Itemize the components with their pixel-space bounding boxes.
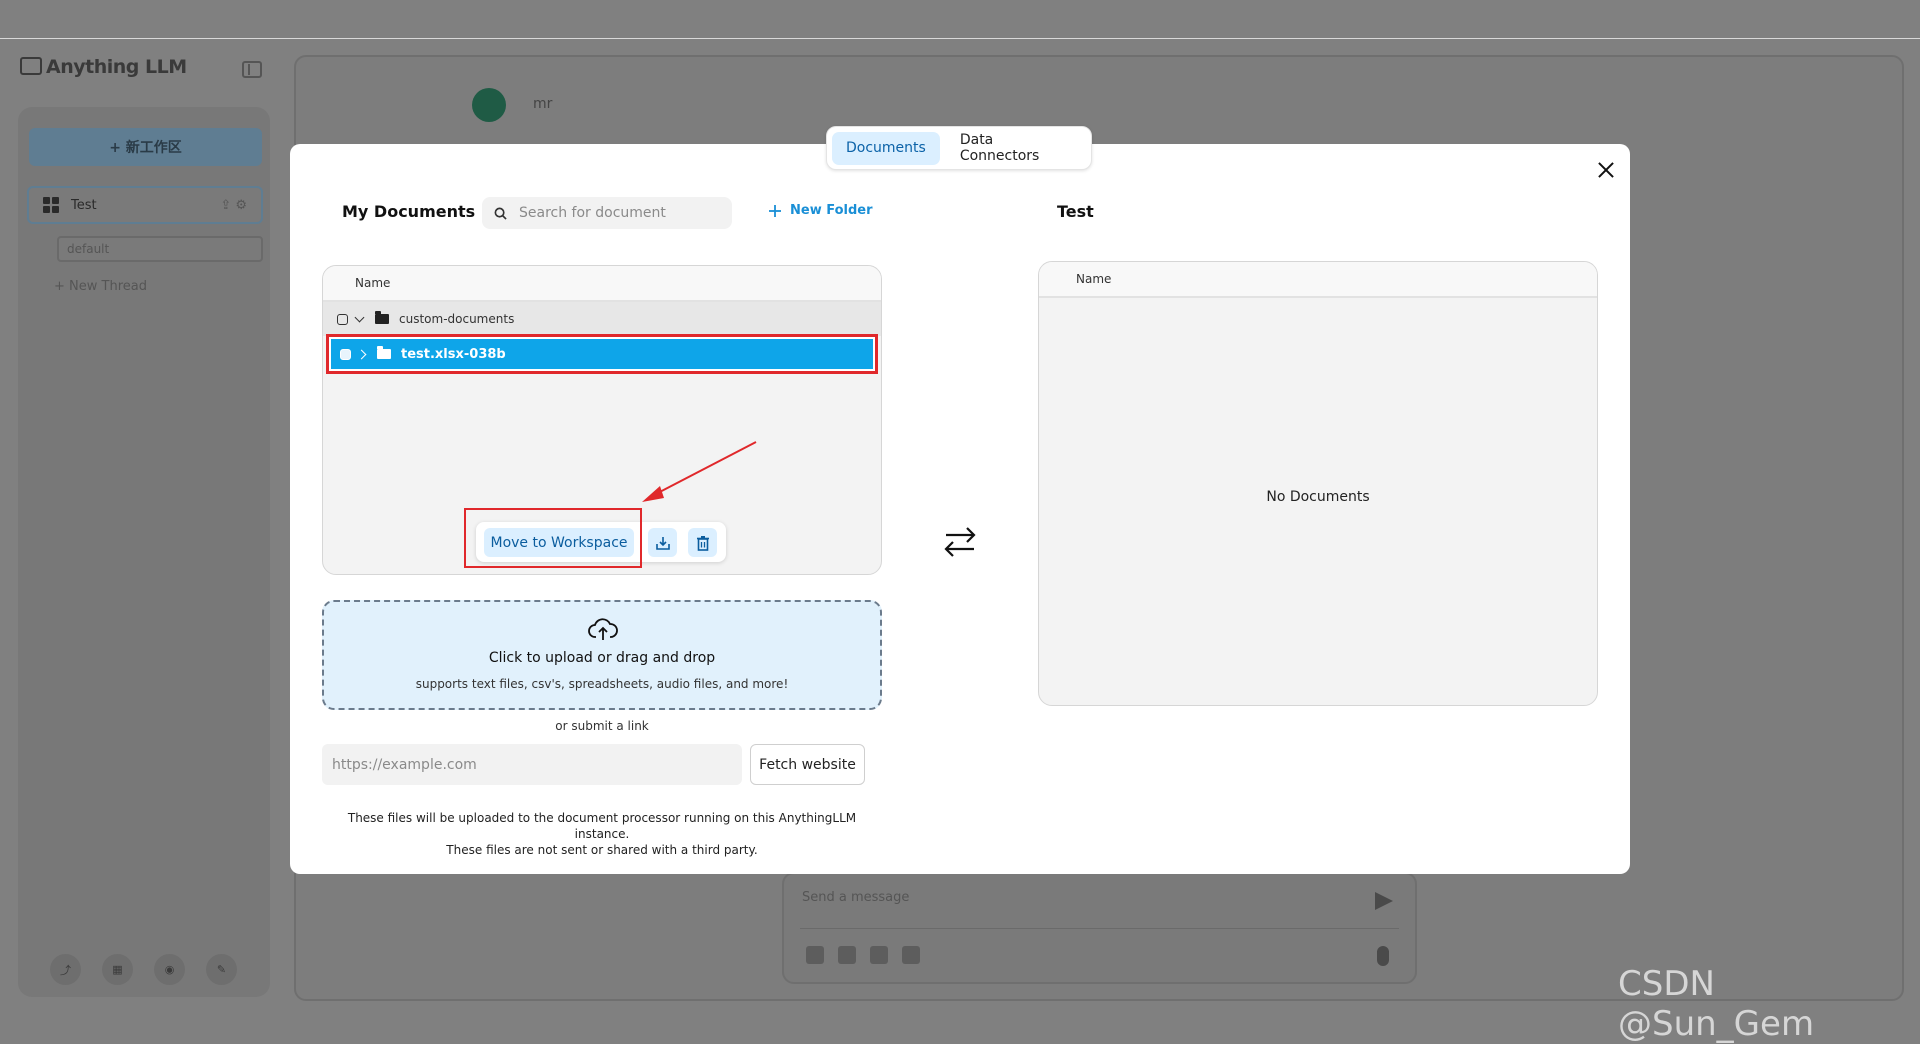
message-composer[interactable]: Send a message <box>782 872 1417 984</box>
logo-icon <box>20 57 42 75</box>
app-logo: Anything LLM <box>20 56 187 78</box>
search-icon <box>494 207 507 220</box>
cloud-upload-icon <box>588 618 618 640</box>
workspace-document-list: Name <box>1038 261 1598 706</box>
microphone-icon[interactable] <box>1377 946 1389 966</box>
or-submit-link-label: or submit a link <box>555 719 649 733</box>
file-checkbox[interactable] <box>340 348 351 360</box>
tray-arrow-icon <box>655 536 670 550</box>
trash-icon <box>696 535 709 551</box>
disclaimer-line-2: These files are not sent or shared with … <box>446 843 758 857</box>
modal-tabs: Documents Data Connectors <box>826 126 1092 170</box>
upload-title: Click to upload or drag and drop <box>488 650 716 666</box>
chevron-right-icon[interactable] <box>356 349 367 359</box>
upload-subtitle: supports text files, csv's, spreadsheets… <box>415 677 789 691</box>
discord-icon[interactable]: ◉ <box>154 954 185 985</box>
move-to-workspace-icon-button[interactable] <box>648 528 677 557</box>
sidebar-toggle-icon[interactable] <box>242 61 262 78</box>
tab-data-connectors[interactable]: Data Connectors <box>946 132 1086 165</box>
avatar <box>472 88 506 122</box>
workspace-name: Test <box>71 197 97 213</box>
thread-item-default[interactable]: default <box>57 236 263 262</box>
fetch-website-button[interactable]: Fetch website <box>750 744 865 785</box>
disclaimer-line-1: These files will be uploaded to the docu… <box>347 811 857 841</box>
upload-disclaimer: These files will be uploaded to the docu… <box>322 810 882 858</box>
workspace-grid-icon <box>43 197 59 213</box>
empty-state-text: No Documents <box>1266 489 1370 505</box>
folder-row[interactable]: custom-documents <box>323 302 881 336</box>
at-icon[interactable] <box>870 946 888 964</box>
tab-documents[interactable]: Documents <box>832 131 940 165</box>
wrench-icon[interactable]: ✎ <box>206 954 237 985</box>
document-search[interactable] <box>482 197 732 229</box>
composer-divider <box>800 928 1399 929</box>
selected-file-row[interactable]: test.xlsx-038b <box>326 334 878 374</box>
workspace-tools[interactable]: ⇪ ⚙ <box>220 198 247 213</box>
sidebar-item-workspace[interactable]: Test ⇪ ⚙ <box>27 186 263 224</box>
plus-icon <box>769 204 781 217</box>
swap-arrows-icon <box>944 527 976 557</box>
folder-checkbox[interactable] <box>337 313 348 325</box>
my-documents-title: My Documents <box>342 202 476 221</box>
folder-icon <box>377 346 391 359</box>
delete-button[interactable] <box>688 528 717 557</box>
file-row-content[interactable]: test.xlsx-038b <box>331 339 873 369</box>
new-workspace-button[interactable]: + 新工作区 <box>29 128 262 166</box>
url-input[interactable] <box>322 744 742 785</box>
slash-icon[interactable] <box>838 946 856 964</box>
column-header-name: Name <box>323 266 881 302</box>
workspace-title: Test <box>1057 202 1094 221</box>
annotation-arrow <box>642 441 757 502</box>
workspace-column-header-name: Name <box>1039 262 1597 298</box>
folder-icon <box>375 311 389 324</box>
close-icon[interactable] <box>1594 158 1618 182</box>
watermark: CSDN @Sun_Gem <box>1618 964 1815 1044</box>
new-folder-button[interactable]: New Folder <box>768 203 873 218</box>
sidebar-footer: ⤴ ▦ ◉ ✎ <box>50 954 237 985</box>
new-folder-label: New Folder <box>790 203 873 218</box>
new-thread-button[interactable]: + New Thread <box>54 279 147 294</box>
chat-user-label: mr <box>533 96 553 112</box>
composer-tools <box>806 946 920 964</box>
chevron-down-icon[interactable] <box>354 312 365 322</box>
text-size-icon[interactable] <box>902 946 920 964</box>
book-icon[interactable]: ▦ <box>102 954 133 985</box>
link-icon[interactable]: ⤴ <box>50 954 81 985</box>
file-name: test.xlsx-038b <box>401 346 506 362</box>
annotation-highlight <box>464 508 642 568</box>
search-input[interactable] <box>517 204 721 222</box>
message-input[interactable]: Send a message <box>802 890 909 905</box>
send-icon[interactable] <box>1375 892 1393 910</box>
attach-icon[interactable] <box>806 946 824 964</box>
folder-name: custom-documents <box>399 312 515 326</box>
